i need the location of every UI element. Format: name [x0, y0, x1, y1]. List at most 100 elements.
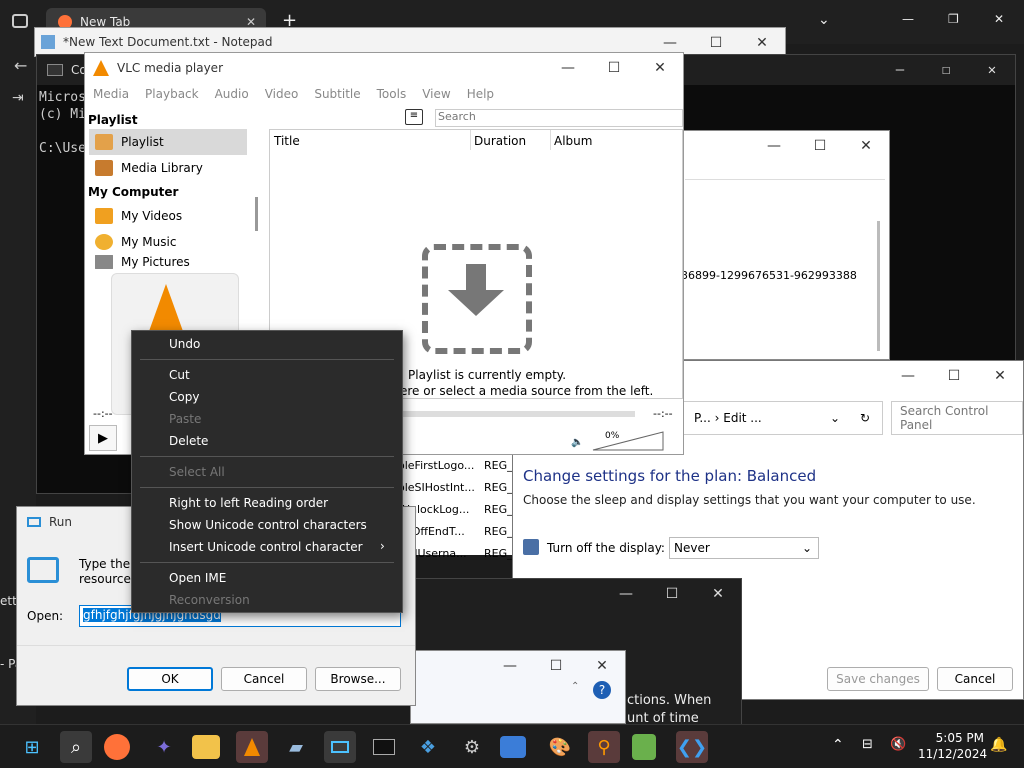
menu-tools[interactable]: Tools — [369, 87, 415, 101]
breadcrumb[interactable]: P... › Edit ... ⌄ ↻ — [683, 401, 883, 435]
collapse-icon[interactable]: ⌃ — [571, 681, 579, 692]
firefox-icon[interactable] — [104, 734, 130, 760]
maximize-icon[interactable]: ☐ — [591, 53, 637, 83]
menu-item-show-unicode[interactable]: Show Unicode control characters — [132, 514, 402, 536]
cubes-icon[interactable]: ❖ — [412, 731, 444, 763]
menu-audio[interactable]: Audio — [207, 87, 257, 101]
sidebar-item-my-pictures[interactable]: My Pictures — [89, 255, 247, 269]
sidebar-scrollbar[interactable] — [255, 197, 258, 231]
help-icon[interactable]: ? — [593, 681, 611, 699]
maximize-icon[interactable]: ☐ — [649, 579, 695, 609]
list-item[interactable]: oleFirstLogo... REG_ — [398, 455, 514, 477]
network-icon[interactable]: ⊟ — [862, 737, 873, 752]
maximize-icon[interactable]: ☐ — [923, 55, 969, 85]
close-icon[interactable]: ✕ — [994, 12, 1004, 26]
ok-button[interactable]: OK — [127, 667, 213, 691]
menu-playback[interactable]: Playback — [137, 87, 207, 101]
notepad-taskbar-icon[interactable]: ▰ — [280, 731, 312, 763]
maximize-icon[interactable]: ❐ — [948, 12, 959, 26]
menu-video[interactable]: Video — [257, 87, 307, 101]
settings-gear-icon[interactable]: ⚙ — [456, 731, 488, 763]
run-app-icon — [27, 557, 59, 583]
maximize-icon[interactable]: ☐ — [693, 28, 739, 56]
run-taskbar-icon[interactable] — [324, 731, 356, 763]
close-icon[interactable]: ✕ — [977, 361, 1023, 391]
menu-subtitle[interactable]: Subtitle — [306, 87, 368, 101]
start-windows-icon[interactable]: ⊞ — [16, 731, 48, 763]
list-item[interactable]: oleSIHostInt... REG_ — [398, 477, 514, 499]
close-icon[interactable]: ✕ — [969, 55, 1015, 85]
sidebar-item-media-library[interactable]: Media Library — [89, 155, 247, 181]
menu-item-insert-unicode[interactable]: Insert Unicode control character — [132, 536, 402, 558]
close-icon[interactable]: ✕ — [739, 28, 785, 56]
clock-time[interactable]: 5:05 PM — [930, 731, 984, 745]
close-icon[interactable]: ✕ — [843, 131, 889, 161]
display-timeout-select[interactable]: Never ⌄ — [669, 537, 819, 559]
minimize-icon[interactable]: — — [751, 131, 797, 161]
volume-slider[interactable]: 0% — [591, 431, 665, 451]
maximize-icon[interactable]: ☐ — [931, 361, 977, 391]
menu-help[interactable]: Help — [459, 87, 502, 101]
minimize-icon[interactable]: — — [487, 651, 533, 681]
tab-actions-icon[interactable] — [12, 14, 28, 28]
minimize-icon[interactable]: — — [877, 55, 923, 85]
volume-icon[interactable]: 🔈 — [571, 437, 583, 448]
playlist-view-icon[interactable]: ≡ — [405, 109, 423, 125]
cancel-button[interactable]: Cancel — [221, 667, 307, 691]
close-icon[interactable]: ✕ — [637, 53, 683, 83]
magnifier-icon[interactable]: ⚲ — [588, 731, 620, 763]
back-arrow-icon[interactable]: ← — [14, 56, 27, 75]
search-input[interactable]: Search — [435, 109, 683, 127]
paint-window[interactable]: — ☐ ✕ ? ⌃ — [410, 650, 626, 724]
minimize-icon[interactable]: — — [885, 361, 931, 391]
paint-icon[interactable]: 🎨 — [544, 731, 576, 763]
sidebar-item-playlist[interactable]: Playlist — [89, 129, 247, 155]
search-icon[interactable]: ⌕ — [60, 731, 92, 763]
column-album[interactable]: Album — [554, 134, 592, 148]
menu-view[interactable]: View — [414, 87, 458, 101]
regedit-icon[interactable] — [632, 734, 656, 760]
minimize-icon[interactable]: — — [603, 579, 649, 609]
volume-muted-icon[interactable]: 🔇 — [890, 737, 906, 752]
sidebar-item-my-videos[interactable]: My Videos — [89, 203, 247, 229]
menu-item-undo[interactable]: Undo — [132, 333, 402, 355]
library-icon — [95, 160, 113, 176]
vlc-taskbar-icon[interactable] — [236, 731, 268, 763]
minimize-icon[interactable]: — — [545, 53, 591, 83]
minimize-icon[interactable]: — — [902, 12, 914, 26]
sign-in-icon[interactable]: ⇥ — [12, 90, 24, 106]
menu-item-rtl[interactable]: Right to left Reading order — [132, 492, 402, 514]
control-panel-icon[interactable] — [500, 736, 526, 758]
maximize-icon[interactable]: ☐ — [797, 131, 843, 161]
menu-item-open-ime[interactable]: Open IME — [132, 567, 402, 589]
chevron-up-icon[interactable]: ⌃ — [832, 737, 844, 753]
time-total: --:-- — [653, 407, 673, 420]
cancel-button[interactable]: Cancel — [937, 667, 1013, 691]
chevron-down-icon[interactable]: ⌄ — [818, 12, 830, 28]
column-title[interactable]: Title — [274, 134, 300, 148]
regedit-window[interactable]: — ☐ ✕ 36899-1299676531-962993388 — [680, 130, 890, 360]
menu-media[interactable]: Media — [85, 87, 137, 101]
notification-bell-icon[interactable]: 🔔 — [990, 737, 1007, 753]
clock-date[interactable]: 11/12/2024 — [918, 747, 987, 761]
close-icon[interactable]: ✕ — [579, 651, 625, 681]
browse-button[interactable]: Browse... — [315, 667, 401, 691]
sid-value: 36899-1299676531-962993388 — [681, 269, 857, 282]
sidebar-item-my-music[interactable]: My Music — [89, 229, 247, 255]
file-explorer-icon[interactable] — [192, 735, 220, 759]
save-changes-button[interactable]: Save changes — [827, 667, 929, 691]
vscode-icon[interactable]: ❮❯ — [676, 731, 708, 763]
menu-item-delete[interactable]: Delete — [132, 430, 402, 452]
chevron-down-icon[interactable]: ⌄ — [830, 411, 840, 425]
bird-app-icon[interactable]: ✦ — [148, 731, 180, 763]
menu-item-cut[interactable]: Cut — [132, 364, 402, 386]
terminal-icon[interactable] — [368, 731, 400, 763]
menu-item-copy[interactable]: Copy — [132, 386, 402, 408]
maximize-icon[interactable]: ☐ — [533, 651, 579, 681]
play-button[interactable]: ▶ — [89, 425, 117, 451]
search-input[interactable]: Search Control Panel — [891, 401, 1023, 435]
close-icon[interactable]: ✕ — [695, 579, 741, 609]
scrollbar[interactable] — [877, 221, 880, 351]
column-duration[interactable]: Duration — [474, 134, 526, 148]
refresh-icon[interactable]: ↻ — [860, 411, 870, 425]
